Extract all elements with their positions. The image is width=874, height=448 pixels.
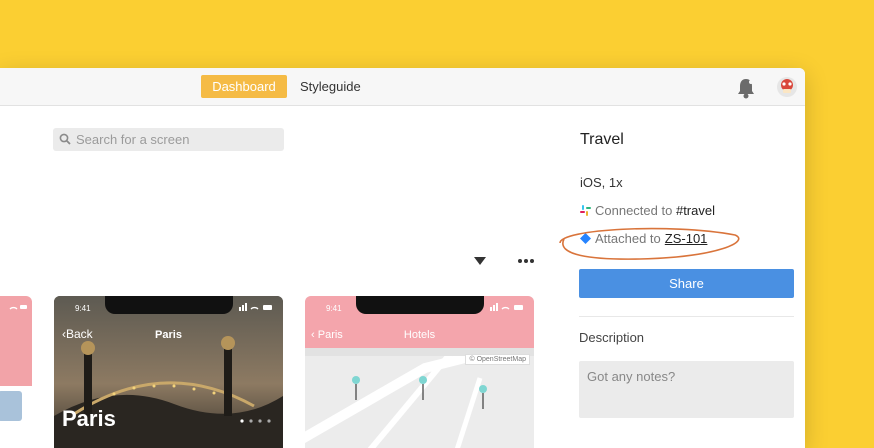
status-time: 9:41: [75, 304, 91, 313]
annotation-ellipse: [559, 227, 740, 260]
screen-card-hotels[interactable]: 9:41 ‹ Paris Hotels © OpenStreetMap: [305, 296, 534, 448]
tab-dashboard[interactable]: Dashboard: [201, 75, 287, 98]
search-placeholder: Search for a screen: [76, 132, 190, 147]
hero-title: Paris: [62, 406, 116, 431]
slack-icon: [580, 205, 591, 216]
project-title: Travel: [580, 131, 624, 148]
description-label: Description: [579, 330, 645, 345]
status-time: 9:41: [326, 304, 342, 313]
search-input[interactable]: Search for a screen: [53, 128, 284, 151]
card-screen-title: Hotels: [403, 329, 436, 341]
screen-card-paris[interactable]: 9:41 ‹Back Paris Paris: [54, 296, 283, 448]
device-notch: [356, 296, 484, 314]
screen-card-partial[interactable]: [0, 296, 32, 448]
pagination-dots: [240, 419, 271, 423]
top-bar: Dashboard Styleguide: [0, 68, 805, 106]
divider: [579, 316, 794, 317]
bell-icon[interactable]: [736, 77, 756, 99]
status-icons: [490, 303, 523, 311]
status-icons: [9, 305, 27, 310]
search-icon: [59, 133, 71, 145]
more-icon[interactable]: [517, 258, 535, 264]
map-attribution: © OpenStreetMap: [465, 354, 530, 365]
tab-styleguide[interactable]: Styleguide: [300, 75, 361, 98]
slack-connection[interactable]: Connected to #travel: [580, 203, 715, 218]
status-icons: [239, 303, 272, 311]
filter-icon[interactable]: [474, 257, 486, 265]
card-screen-title: Paris: [155, 329, 182, 341]
app-window: Dashboard Styleguide Search for a screen: [0, 68, 805, 448]
device-notch: [105, 296, 233, 314]
notes-field[interactable]: Got any notes?: [579, 361, 794, 418]
card-thumbnail: [0, 391, 22, 421]
slack-channel[interactable]: #travel: [676, 203, 715, 218]
connected-prefix: Connected to: [595, 203, 673, 218]
avatar[interactable]: [777, 77, 797, 97]
share-button[interactable]: Share: [579, 269, 794, 298]
notes-placeholder: Got any notes?: [587, 369, 676, 384]
details-sidebar: Travel iOS, 1x Connected to #travel Atta…: [559, 106, 805, 448]
platform-label: iOS, 1x: [580, 175, 623, 190]
